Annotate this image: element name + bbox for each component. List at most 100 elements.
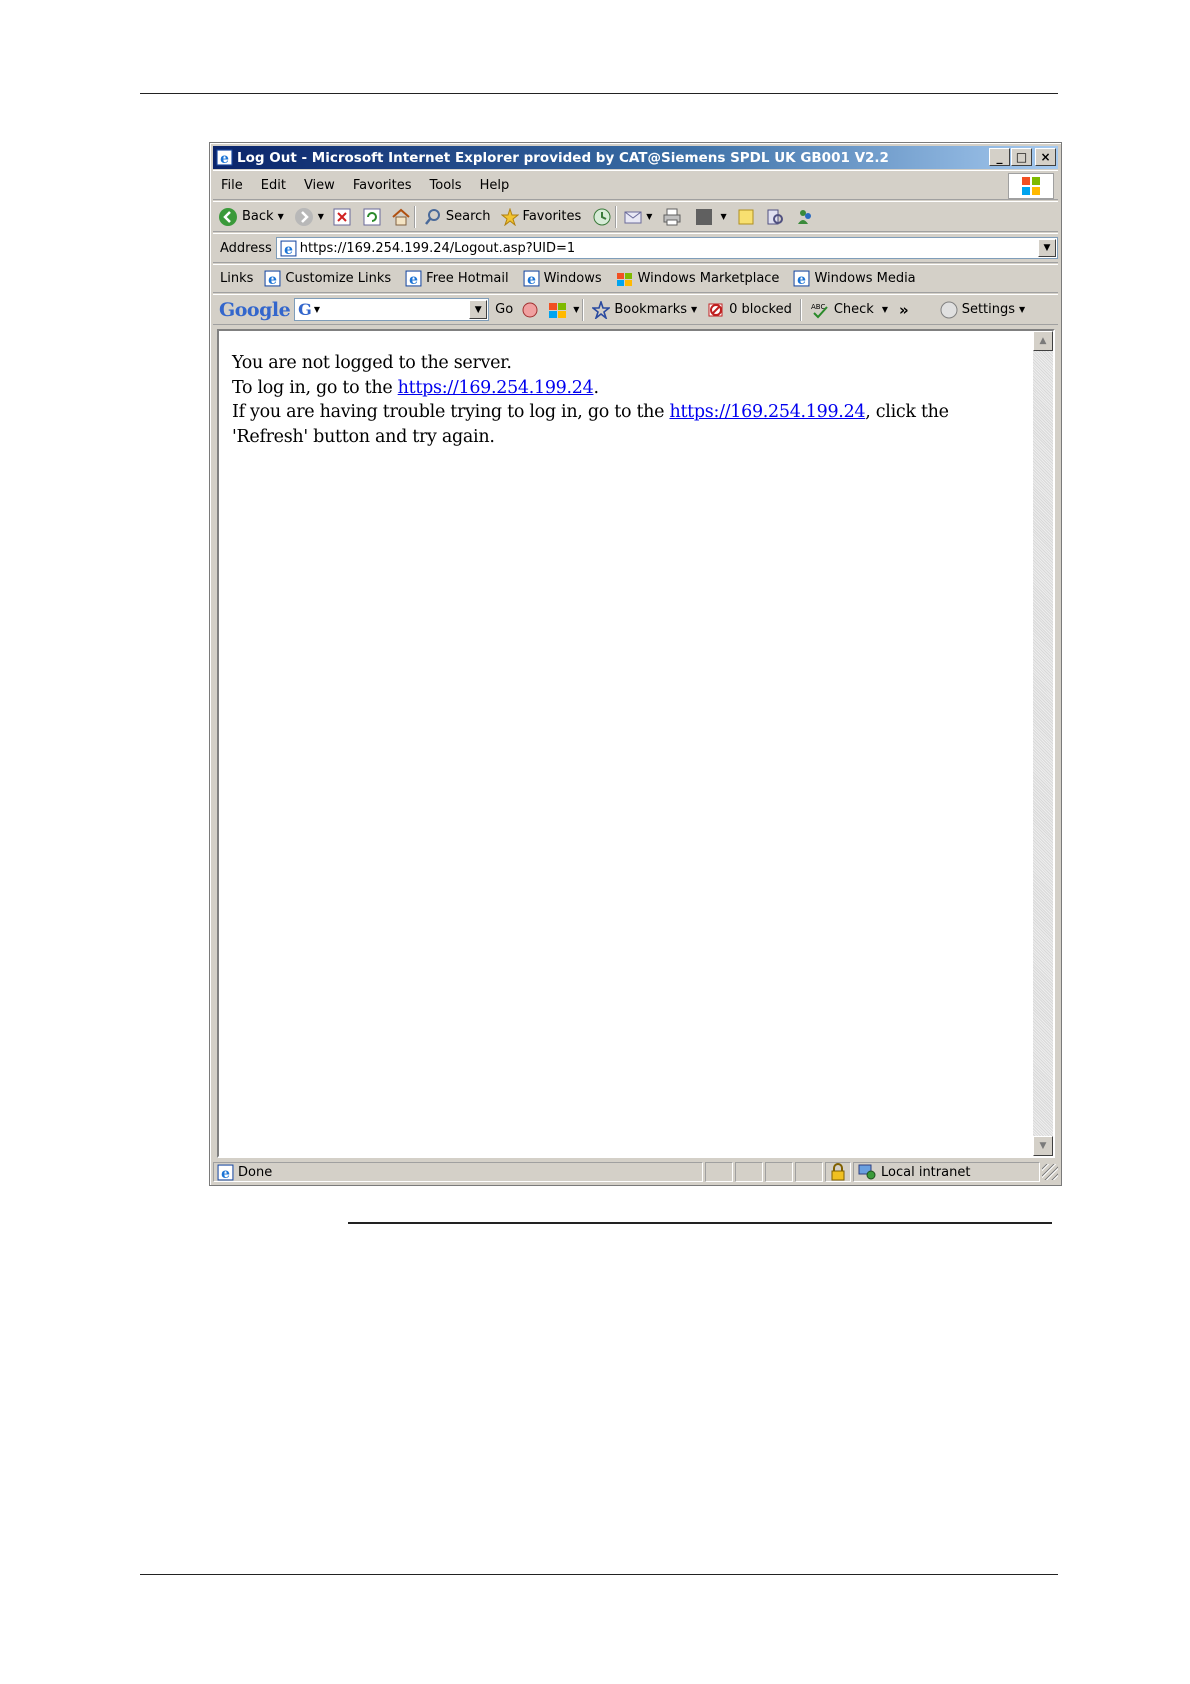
menu-favorites[interactable]: Favorites [344, 178, 421, 193]
menu-file[interactable]: File [213, 178, 252, 193]
google-search-dropdown-icon[interactable]: ▼ [469, 300, 488, 319]
title-bar[interactable]: e Log Out - Microsoft Internet Explorer … [213, 146, 1058, 169]
ie-page-icon: e [405, 270, 422, 287]
page-icon: e [280, 240, 297, 257]
google-search-input[interactable]: G ▼ ▼ [294, 298, 490, 321]
history-icon[interactable] [592, 207, 612, 227]
status-main-pane: e Done [213, 1162, 703, 1182]
svg-text:e: e [284, 241, 293, 256]
edit-icon[interactable] [694, 207, 714, 227]
mail-icon[interactable] [624, 208, 646, 226]
status-pane [705, 1162, 733, 1182]
browser-window: e Log Out - Microsoft Internet Explorer … [209, 142, 1062, 1186]
menu-view[interactable]: View [295, 178, 344, 193]
refresh-icon[interactable] [363, 208, 381, 226]
stop-icon[interactable] [333, 208, 351, 226]
scroll-down-button[interactable]: ▼ [1033, 1136, 1053, 1156]
caption-rule [348, 1222, 1052, 1224]
popup-blocker-button[interactable]: 0 blocked [702, 295, 797, 324]
page-content: You are not logged to the server. To log… [217, 329, 1055, 1158]
status-pane [795, 1162, 823, 1182]
forward-dropdown-icon[interactable]: ▼ [318, 212, 324, 221]
back-label: Back [242, 209, 274, 224]
menu-help[interactable]: Help [471, 178, 519, 193]
more-chevron-icon[interactable]: » [899, 301, 909, 319]
link-free-hotmail[interactable]: e Free Hotmail [398, 270, 515, 287]
link-customize-links[interactable]: e Customize Links [257, 270, 398, 287]
not-logged-text: You are not logged to the server. [232, 353, 512, 373]
lock-icon[interactable] [825, 1162, 851, 1182]
status-page-icon: e [217, 1164, 234, 1181]
address-dropdown-icon[interactable]: ▼ [1038, 239, 1056, 257]
ie-page-icon: e [523, 270, 540, 287]
address-url: https://169.254.199.24/Logout.asp?UID=1 [299, 240, 576, 256]
forward-button[interactable]: ▼ [289, 202, 329, 231]
back-button[interactable]: Back ▼ [213, 202, 289, 231]
svg-text:e: e [220, 151, 229, 166]
favorites-button[interactable]: Favorites [496, 202, 587, 231]
google-g-dropdown-icon[interactable]: ▼ [314, 305, 320, 314]
print-icon[interactable] [662, 207, 682, 227]
close-button[interactable]: × [1035, 148, 1056, 166]
login-link[interactable]: https://169.254.199.24 [398, 378, 594, 398]
search-icon [424, 208, 440, 225]
search-button[interactable]: Search [419, 202, 496, 231]
windows-flag-icon [616, 272, 632, 286]
resize-grip-icon[interactable] [1042, 1164, 1058, 1180]
vertical-scrollbar[interactable]: ▲ ▼ [1033, 331, 1053, 1156]
svg-text:e: e [409, 272, 418, 287]
trouble-instruction: If you are having trouble trying to log … [232, 400, 1022, 449]
link-label: Windows Media [814, 271, 916, 286]
window-title: Log Out - Microsoft Internet Explorer pr… [237, 149, 889, 166]
svg-text:e: e [527, 272, 536, 287]
link-windows[interactable]: e Windows [516, 270, 609, 287]
address-label: Address [220, 240, 272, 256]
back-dropdown-icon[interactable]: ▼ [278, 212, 284, 221]
star-outline-icon [592, 300, 611, 319]
home-icon[interactable] [391, 207, 411, 227]
gmail-dropdown-icon[interactable]: ▼ [573, 305, 579, 314]
svg-text:e: e [221, 1165, 230, 1180]
spell-check-button[interactable]: ABC Check ▼ [805, 295, 893, 324]
minimize-button[interactable]: _ [989, 148, 1010, 166]
bookmarks-label: Bookmarks [614, 302, 687, 317]
spell-check-icon: ABC [811, 303, 828, 318]
address-input[interactable]: e https://169.254.199.24/Logout.asp?UID=… [275, 237, 1058, 259]
link-windows-media[interactable]: e Windows Media [786, 270, 922, 287]
research-icon[interactable] [765, 207, 785, 227]
google-toolbar: Google G ▼ ▼ Go ▼ Bookmarks ▼ 0 blocked … [213, 294, 1058, 325]
ie-page-icon: e [264, 270, 281, 287]
link-label: Free Hotmail [426, 271, 509, 286]
intranet-icon [858, 1164, 876, 1180]
maximize-button[interactable]: □ [1011, 148, 1032, 166]
mail-dropdown-icon[interactable]: ▼ [646, 212, 652, 221]
edit-dropdown-icon[interactable]: ▼ [720, 212, 726, 221]
link-label: Windows [543, 271, 602, 286]
star-icon [500, 207, 519, 226]
login-suffix: . [593, 377, 599, 398]
messenger-icon[interactable] [795, 207, 815, 227]
settings-dropdown-icon: ▼ [1019, 305, 1026, 314]
menu-edit[interactable]: Edit [252, 178, 295, 193]
ie-icon: e [216, 149, 233, 166]
gmail-icon[interactable] [547, 300, 569, 320]
google-go-button[interactable]: Go [495, 302, 513, 317]
search-label: Search [445, 209, 491, 224]
check-label: Check [833, 302, 874, 317]
google-g-icon: G [298, 300, 312, 319]
favorites-label: Favorites [522, 209, 582, 224]
popup-blocked-icon [708, 303, 723, 316]
discuss-icon[interactable] [737, 208, 755, 226]
security-zone-pane[interactable]: Local intranet [853, 1162, 1040, 1182]
pagerank-icon[interactable] [519, 301, 541, 319]
menu-tools[interactable]: Tools [421, 178, 471, 193]
trouble-link[interactable]: https://169.254.199.24 [669, 402, 865, 422]
forward-arrow-icon [294, 207, 313, 226]
svg-text:e: e [798, 272, 807, 287]
settings-button[interactable]: Settings ▼ [935, 295, 1030, 324]
link-windows-marketplace[interactable]: Windows Marketplace [609, 271, 787, 287]
check-dropdown-icon[interactable]: ▼ [882, 305, 888, 314]
google-logo[interactable]: Google [213, 299, 291, 321]
bookmarks-button[interactable]: Bookmarks ▼ [587, 295, 702, 324]
scroll-up-button[interactable]: ▲ [1033, 331, 1053, 351]
